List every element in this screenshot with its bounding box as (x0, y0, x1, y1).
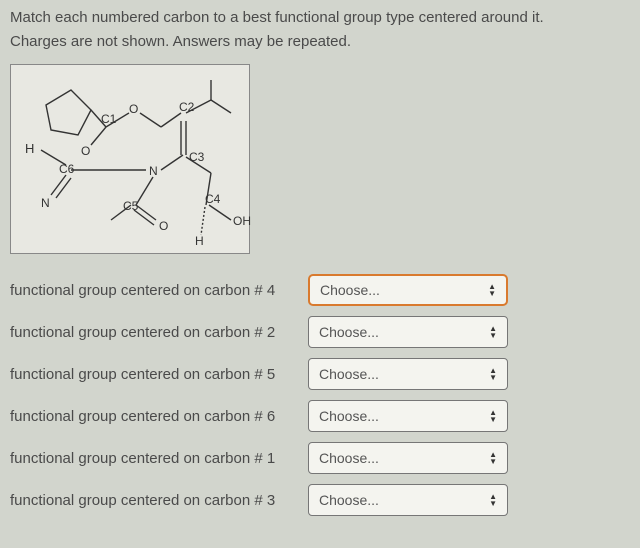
select-placeholder: Choose... (319, 324, 379, 340)
select-placeholder: Choose... (319, 408, 379, 424)
question-panel: Match each numbered carbon to a best fun… (0, 0, 640, 536)
svg-text:O: O (159, 219, 168, 233)
sort-icon: ▲▼ (489, 368, 497, 381)
question-row: functional group centered on carbon # 3 C… (10, 484, 630, 516)
sort-icon: ▲▼ (488, 284, 496, 297)
sort-icon: ▲▼ (489, 452, 497, 465)
svg-text:N: N (149, 164, 158, 178)
svg-text:H: H (195, 234, 204, 248)
instruction-line-2: Charges are not shown. Answers may be re… (10, 30, 630, 54)
question-label: functional group centered on carbon # 6 (10, 408, 300, 425)
svg-text:C2: C2 (179, 100, 195, 114)
svg-text:O: O (129, 102, 138, 116)
question-label: functional group centered on carbon # 2 (10, 324, 300, 341)
select-placeholder: Choose... (320, 282, 380, 298)
svg-text:N: N (41, 196, 50, 210)
svg-text:C4: C4 (205, 192, 221, 206)
question-rows: functional group centered on carbon # 4 C… (10, 274, 630, 516)
answer-select[interactable]: Choose... ▲▼ (308, 400, 508, 432)
sort-icon: ▲▼ (489, 410, 497, 423)
question-label: functional group centered on carbon # 1 (10, 450, 300, 467)
instructions: Match each numbered carbon to a best fun… (10, 6, 630, 54)
answer-select[interactable]: Choose... ▲▼ (308, 442, 508, 474)
select-placeholder: Choose... (319, 366, 379, 382)
question-label: functional group centered on carbon # 3 (10, 492, 300, 509)
question-row: functional group centered on carbon # 4 C… (10, 274, 630, 306)
answer-select[interactable]: Choose... ▲▼ (308, 358, 508, 390)
answer-select[interactable]: Choose... ▲▼ (308, 316, 508, 348)
molecule-image: C1 C2 C3 C4 C5 C6 H N N O O O OH H (10, 64, 250, 254)
sort-icon: ▲▼ (489, 326, 497, 339)
question-row: functional group centered on carbon # 2 C… (10, 316, 630, 348)
svg-text:C5: C5 (123, 199, 139, 213)
select-placeholder: Choose... (319, 450, 379, 466)
answer-select[interactable]: Choose... ▲▼ (308, 274, 508, 306)
question-row: functional group centered on carbon # 1 C… (10, 442, 630, 474)
svg-text:C1: C1 (101, 112, 117, 126)
svg-text:H: H (25, 141, 34, 156)
answer-select[interactable]: Choose... ▲▼ (308, 484, 508, 516)
sort-icon: ▲▼ (489, 494, 497, 507)
svg-text:C3: C3 (189, 150, 205, 164)
svg-text:C6: C6 (59, 162, 75, 176)
question-row: functional group centered on carbon # 6 C… (10, 400, 630, 432)
question-label: functional group centered on carbon # 5 (10, 366, 300, 383)
question-row: functional group centered on carbon # 5 C… (10, 358, 630, 390)
svg-text:O: O (81, 144, 90, 158)
svg-text:OH: OH (233, 214, 251, 228)
instruction-line-1: Match each numbered carbon to a best fun… (10, 6, 630, 30)
question-label: functional group centered on carbon # 4 (10, 282, 300, 299)
select-placeholder: Choose... (319, 492, 379, 508)
